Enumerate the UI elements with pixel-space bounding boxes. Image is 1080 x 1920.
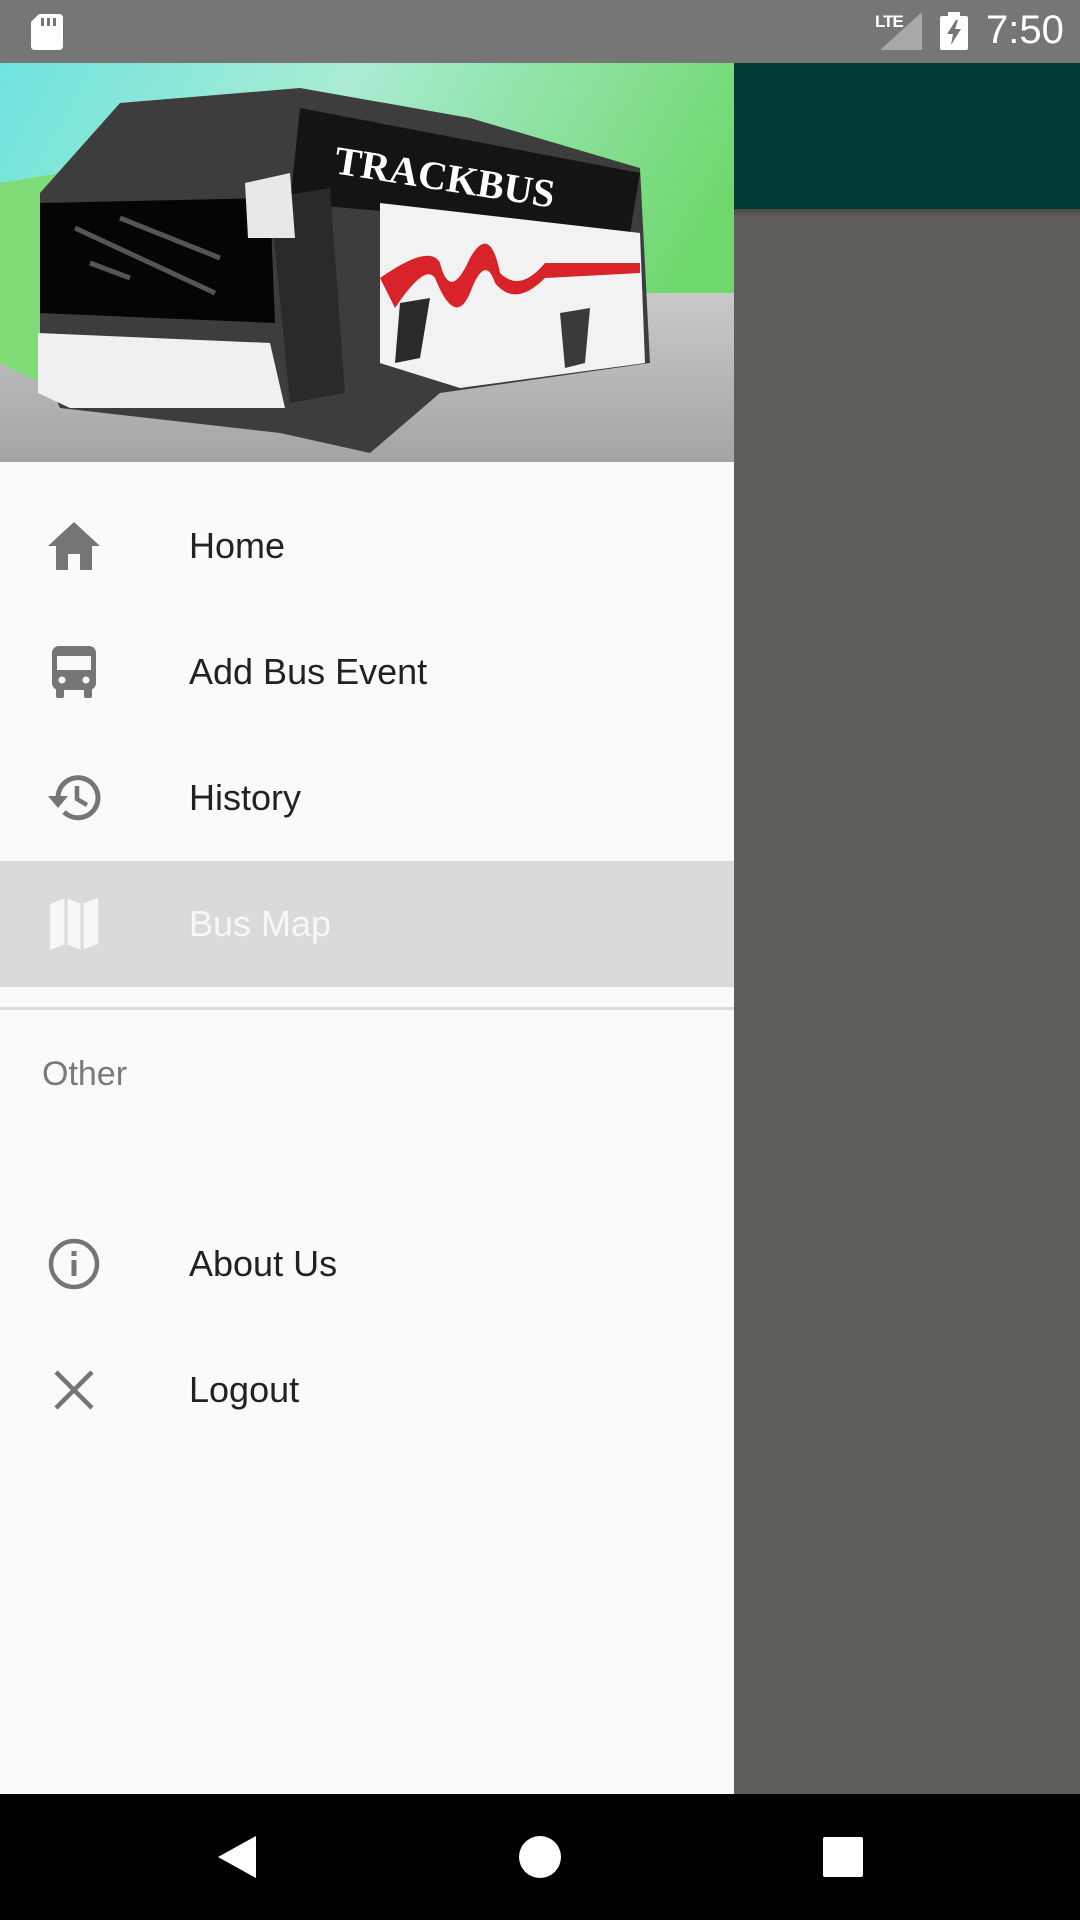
recents-icon[interactable] xyxy=(810,1824,876,1890)
drawer-item-add-bus-event[interactable]: Add Bus Event xyxy=(0,609,734,735)
sd-card-icon xyxy=(31,14,63,50)
drawer-item-about-us[interactable]: About Us xyxy=(0,1201,734,1327)
system-nav-bar xyxy=(0,1794,1080,1920)
back-icon[interactable] xyxy=(202,1824,268,1890)
map-icon xyxy=(50,898,98,950)
clock: 7:50 xyxy=(986,8,1064,52)
drawer-scrim[interactable] xyxy=(734,217,1080,1794)
bus-icon xyxy=(52,646,96,698)
drawer-item-label: Home xyxy=(189,525,286,566)
drawer-section-title: Other xyxy=(42,1055,128,1093)
close-icon xyxy=(54,1370,94,1410)
drawer-item-history[interactable]: History xyxy=(0,735,734,861)
app-toolbar xyxy=(734,63,1080,209)
drawer-item-home[interactable]: Home xyxy=(0,483,734,609)
signal-icon xyxy=(880,12,922,50)
toolbar-shadow xyxy=(734,209,1080,217)
home-icon xyxy=(48,522,100,570)
info-icon xyxy=(48,1238,100,1290)
battery-charging-icon xyxy=(940,12,968,50)
home-circle-icon[interactable] xyxy=(507,1824,573,1890)
drawer-divider xyxy=(0,1007,734,1010)
history-icon xyxy=(48,775,101,821)
drawer-item-label: Add Bus Event xyxy=(189,651,428,692)
status-bar: LTE 7:50 xyxy=(0,0,1080,63)
drawer-item-label: About Us xyxy=(189,1243,338,1284)
drawer-item-label: Bus Map xyxy=(189,903,332,944)
drawer-header-image: TRACKBUS xyxy=(0,63,734,462)
trackbus-bus-illustration: TRACKBUS xyxy=(0,63,734,462)
drawer-item-label: Logout xyxy=(189,1369,300,1410)
drawer-item-label: History xyxy=(189,777,302,818)
drawer-item-bus-map[interactable]: Bus Map xyxy=(0,861,734,987)
navigation-drawer: TRACKBUS Home Add Bus Event History Bus … xyxy=(0,63,734,1794)
drawer-item-logout[interactable]: Logout xyxy=(0,1327,734,1453)
